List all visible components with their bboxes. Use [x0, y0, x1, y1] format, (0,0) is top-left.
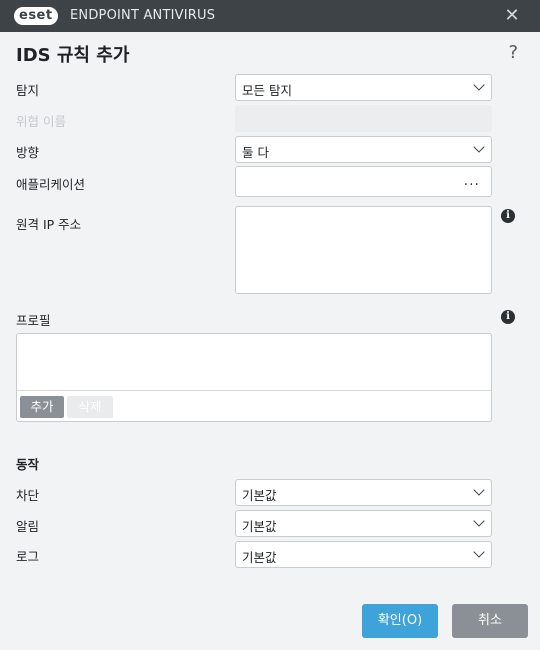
direction-select[interactable]: 둘 다 [235, 136, 492, 163]
block-label: 차단 [16, 488, 40, 503]
block-value: 기본값 [242, 488, 277, 503]
info-icon[interactable]: i [501, 310, 515, 324]
actions-heading: 동작 [16, 457, 40, 472]
browse-button[interactable]: ... [464, 173, 480, 189]
log-value: 기본값 [242, 550, 277, 565]
chevron-down-icon [473, 484, 485, 496]
detection-label: 탐지 [16, 83, 40, 98]
direction-label: 방향 [16, 145, 40, 160]
app-name: ENDPOINT ANTIVIRUS [70, 8, 216, 23]
log-label: 로그 [16, 549, 40, 564]
block-select[interactable]: 기본값 [235, 479, 492, 506]
title-bar: eset ENDPOINT ANTIVIRUS ✕ [0, 0, 540, 32]
application-input[interactable]: ... [235, 166, 492, 197]
dialog-title: IDS 규칙 추가 [16, 45, 130, 66]
threat-name-label: 위협 이름 [16, 114, 66, 129]
help-icon[interactable]: ? [508, 42, 518, 63]
notify-value: 기본값 [242, 519, 277, 534]
info-icon[interactable]: i [501, 209, 515, 223]
profile-label: 프로필 [16, 313, 51, 328]
detection-value: 모든 탐지 [242, 83, 292, 98]
direction-value: 둘 다 [242, 145, 269, 160]
detection-select[interactable]: 모든 탐지 [235, 74, 492, 101]
chevron-down-icon [473, 79, 485, 91]
cancel-button[interactable]: 취소 [452, 604, 528, 638]
threat-name-input [235, 105, 492, 132]
remote-ip-textarea[interactable] [235, 206, 492, 294]
remote-ip-label: 원격 IP 주소 [16, 217, 82, 232]
log-select[interactable]: 기본값 [235, 541, 492, 568]
application-label: 애플리케이션 [16, 177, 86, 192]
eset-logo: eset [14, 7, 58, 25]
ok-button[interactable]: 확인(O) [362, 604, 438, 638]
add-profile-button[interactable]: 추가 [20, 396, 64, 418]
chevron-down-icon [473, 546, 485, 558]
chevron-down-icon [473, 141, 485, 153]
chevron-down-icon [473, 515, 485, 527]
profile-list[interactable]: 추가 삭제 [16, 333, 492, 422]
delete-profile-button: 삭제 [67, 396, 113, 418]
close-icon[interactable]: ✕ [502, 6, 522, 26]
profile-divider [17, 390, 491, 391]
notify-select[interactable]: 기본값 [235, 510, 492, 537]
notify-label: 알림 [16, 519, 40, 534]
